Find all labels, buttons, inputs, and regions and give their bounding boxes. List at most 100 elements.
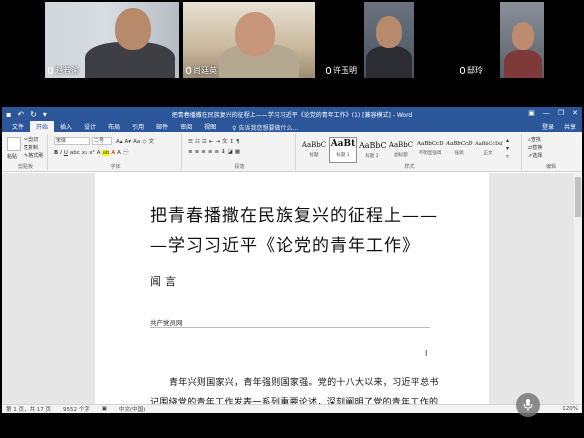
title-bar: ▪ ↶ ↻ ▾ 把青春播撒在民族复兴的征程上——学习习近平《论党的青年工作》(1…	[2, 107, 582, 121]
font-color-icon[interactable]: A	[111, 150, 115, 156]
bold-icon[interactable]: B	[54, 150, 58, 156]
find-button[interactable]: ⌕查找	[528, 136, 541, 143]
participant-tile[interactable]: 赵若渝	[45, 2, 179, 78]
more-icon[interactable]: ▿	[506, 153, 509, 160]
align-center-icon[interactable]: ≡	[195, 149, 200, 155]
style-subtitle[interactable]: AaBbC 副标题	[387, 137, 415, 163]
tab-insert[interactable]: 插入	[54, 121, 78, 132]
copy-button[interactable]: ⎘复制	[24, 144, 38, 151]
document-title-line-2: —学习习近平《论党的青年工作》	[150, 236, 420, 256]
participant-tile[interactable]: 邸玲	[460, 2, 584, 78]
style-title[interactable]: AaBbC 标题	[300, 137, 328, 163]
borders-icon[interactable]: ▦	[235, 149, 240, 155]
participant-name: 赵若渝	[48, 65, 79, 76]
sign-in-link[interactable]: 登录	[542, 122, 554, 131]
text-cursor-icon: I	[425, 349, 428, 358]
chevron-up-icon[interactable]: ▴	[506, 137, 509, 144]
enclose-char-icon[interactable]: ㊀	[123, 148, 129, 156]
window-title: 把青春播撒在民族复兴的征程上——学习习近平《论党的青年工作》(1) [兼容模式]…	[171, 111, 413, 119]
distributed-icon[interactable]: ≡	[214, 149, 219, 155]
styles-scroll[interactable]: ▴ ▾ ▿	[506, 137, 509, 161]
paste-icon[interactable]	[7, 137, 21, 151]
chevron-down-icon[interactable]: ▾	[506, 145, 509, 152]
tab-home[interactable]: 开始	[30, 121, 55, 132]
participant-tile[interactable]: 许玉明	[322, 2, 456, 78]
page-count[interactable]: 第 1 页，共 17 页	[6, 405, 51, 413]
decrease-indent-icon[interactable]: ⇤	[209, 139, 214, 145]
bullets-icon[interactable]: ☰	[188, 139, 193, 145]
numbering-icon[interactable]: ☷	[195, 139, 200, 145]
minimize-icon[interactable]: —	[543, 109, 550, 117]
shrink-font-icon[interactable]: A▾	[125, 139, 132, 145]
tab-design[interactable]: 设计	[78, 121, 102, 132]
strikethrough-icon[interactable]: abc	[70, 150, 80, 156]
style-heading-2[interactable]: AaBbC 标题 2	[358, 137, 387, 163]
cut-button[interactable]: ✂剪切	[24, 136, 38, 143]
increase-indent-icon[interactable]: ⇥	[215, 139, 220, 145]
clear-format-icon[interactable]: ◇	[142, 139, 146, 145]
clipboard-group: 粘贴 ✂剪切 ⎘复制 ✎格式刷 剪贴板	[4, 134, 48, 170]
underline-icon[interactable]: U	[64, 150, 68, 156]
vertical-scrollbar[interactable]	[574, 173, 582, 404]
tab-mailings[interactable]: 邮件	[150, 121, 174, 132]
mic-icon	[326, 67, 331, 74]
style-emphasis[interactable]: AaBbCcD 强调	[445, 137, 473, 163]
ribbon-home: 粘贴 ✂剪切 ⎘复制 ✎格式刷 剪贴板 宋体 二号 A▴ A▾ Aa ◇ 文 B I Uab…	[2, 132, 582, 172]
tell-me-box[interactable]: ♀ 告诉我您想要做什么...	[232, 123, 298, 132]
text-effects-icon[interactable]: A	[97, 150, 101, 156]
align-left-icon[interactable]: ≡	[188, 149, 193, 155]
font-label: 字体	[110, 164, 121, 170]
sort-icon[interactable]: ↕	[230, 139, 235, 145]
share-button[interactable]: 共享	[564, 122, 576, 131]
word-count[interactable]: 9552 个字	[63, 405, 90, 413]
scrollbar-thumb[interactable]	[575, 177, 581, 217]
font-name-select[interactable]: 宋体	[54, 137, 90, 145]
microphone-button[interactable]	[516, 393, 540, 417]
proofing-icon[interactable]: ▣	[102, 406, 107, 412]
subscript-icon[interactable]: x₂	[82, 150, 87, 156]
language-indicator[interactable]: 中文(中国)	[119, 405, 145, 413]
format-painter-button[interactable]: ✎格式刷	[24, 152, 43, 159]
font-size-select[interactable]: 二号	[92, 137, 112, 145]
superscript-icon[interactable]: x²	[89, 150, 94, 156]
tab-references[interactable]: 引用	[126, 121, 150, 132]
chinese-layout-icon[interactable]: 文	[222, 137, 228, 145]
document-page[interactable]: 把青春播撒在民族复兴的征程上—— —学习习近平《论党的青年工作》 闻言 共产党员…	[95, 173, 489, 408]
paste-button[interactable]: 粘贴	[7, 153, 17, 160]
zoom-level[interactable]: 120%	[562, 406, 578, 412]
mic-icon	[48, 67, 53, 74]
participant-face	[235, 12, 275, 56]
tab-view[interactable]: 视图	[198, 121, 222, 132]
select-button[interactable]: ➚选择	[528, 152, 542, 159]
maximize-icon[interactable]: ❐	[558, 109, 564, 117]
show-marks-icon[interactable]: ¶	[236, 139, 240, 145]
participant-tile[interactable]: 尚廷英	[183, 2, 315, 78]
tab-review[interactable]: 审阅	[174, 121, 198, 132]
highlight-icon[interactable]: ab	[102, 150, 110, 156]
separator-line	[150, 327, 430, 328]
line-spacing-icon[interactable]: ↨	[221, 149, 226, 155]
participant-video	[500, 2, 544, 78]
ribbon-options-icon[interactable]: ▣	[528, 109, 535, 117]
multilevel-icon[interactable]: ☲	[202, 139, 207, 145]
paragraph-label: 段落	[234, 164, 245, 170]
shading-icon[interactable]: ◪	[228, 149, 233, 155]
list-buttons: ☰ ☷ ☲ ⇤ ⇥ 文 ↕ ¶	[188, 137, 242, 145]
char-shading-icon[interactable]: A	[117, 150, 121, 156]
close-icon[interactable]: ✕	[572, 109, 578, 117]
tab-layout[interactable]: 布局	[102, 121, 126, 132]
style-normal[interactable]: AaBbCcDd 正文	[474, 137, 502, 163]
italic-icon[interactable]: I	[60, 150, 62, 156]
style-subtle-emphasis[interactable]: AaBbCcD 不明显强调	[416, 137, 444, 163]
editing-label: 编辑	[545, 164, 556, 170]
align-right-icon[interactable]: ≡	[201, 149, 206, 155]
phonetic-icon[interactable]: 文	[148, 137, 154, 145]
justify-icon[interactable]: ≡	[208, 149, 213, 155]
change-case-icon[interactable]: Aa	[133, 139, 140, 145]
replace-button[interactable]: ⇄替换	[528, 144, 542, 151]
style-heading-1[interactable]: AaBt 标题 1	[329, 137, 357, 163]
tab-file[interactable]: 文件	[6, 121, 30, 132]
grow-font-icon[interactable]: A▴	[116, 139, 123, 145]
participant-face	[376, 16, 402, 48]
ribbon-tabs: 文件 开始 插入 设计 布局 引用 邮件 审阅 视图 ♀ 告诉我您想要做什么..…	[2, 121, 582, 132]
